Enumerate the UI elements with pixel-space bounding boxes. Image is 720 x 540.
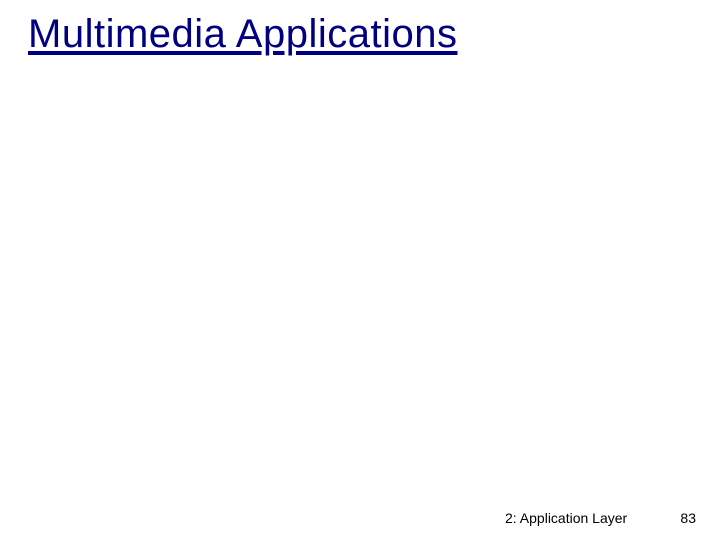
- slide-number: 83: [680, 510, 696, 526]
- footer-section-label: 2: Application Layer: [505, 510, 627, 526]
- slide: Multimedia Applications 2: Application L…: [0, 0, 720, 540]
- slide-title: Multimedia Applications: [28, 12, 458, 57]
